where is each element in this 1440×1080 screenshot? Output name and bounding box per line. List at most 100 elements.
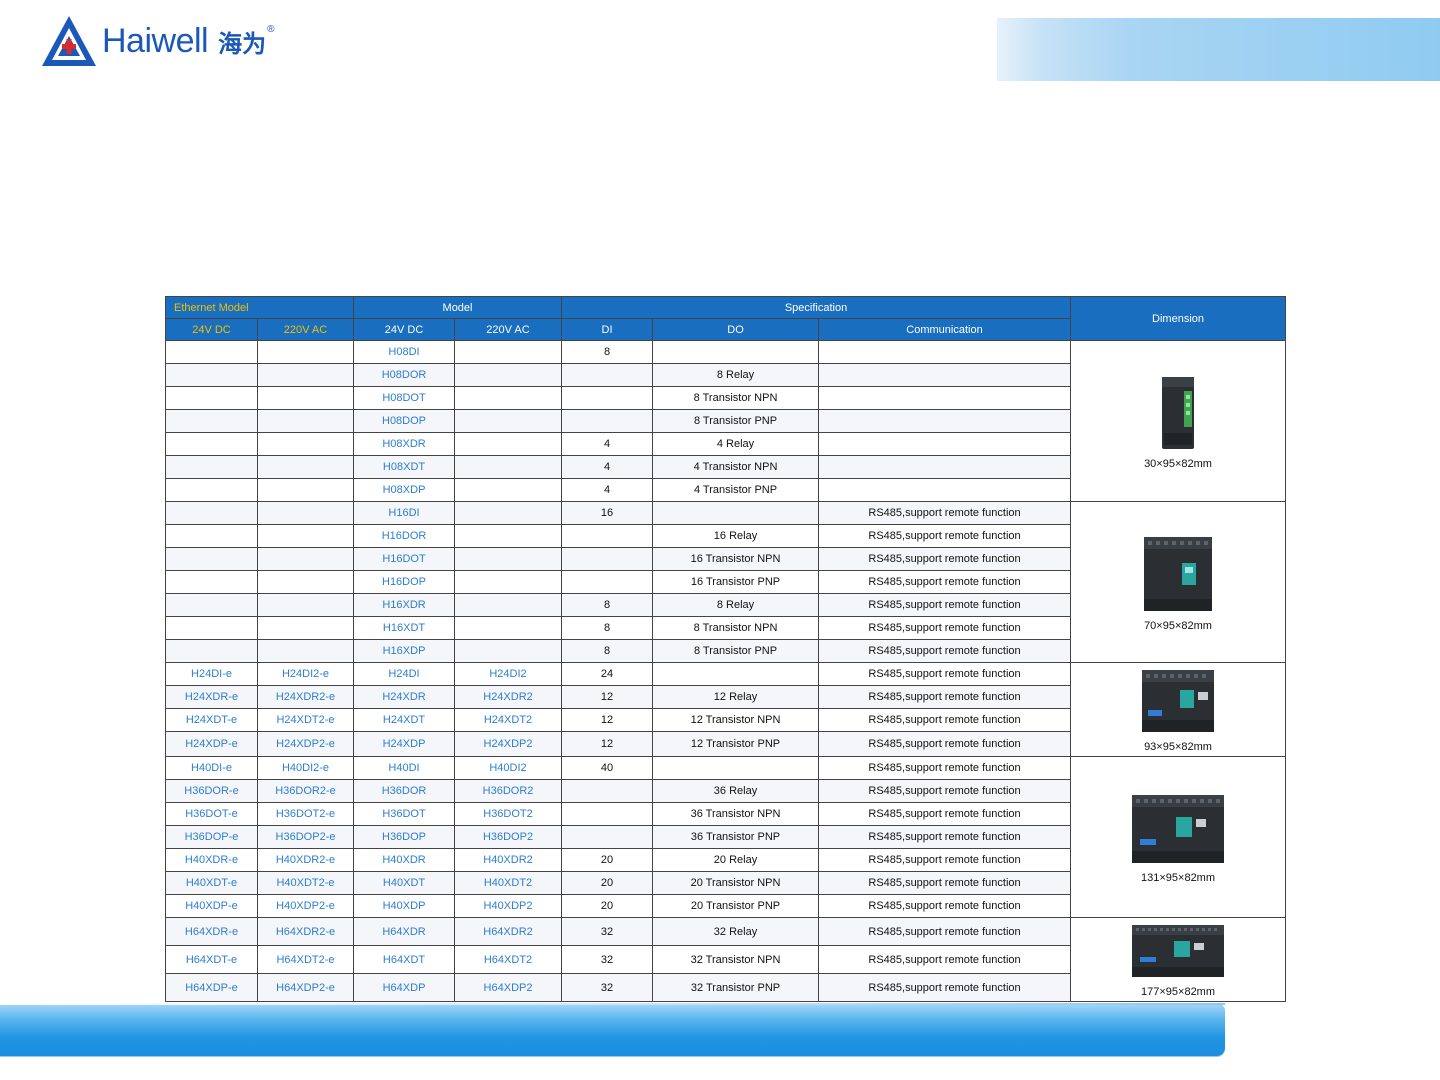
eth-220vac-cell	[256, 639, 355, 663]
eth-220vac-cell	[256, 616, 355, 640]
eth-220vac-cell: H24XDR2-e	[256, 685, 355, 709]
model-24vdc-cell: H36DOR	[353, 779, 456, 803]
model-24vdc-cell: H64XDR	[353, 917, 456, 946]
communication-cell: RS485,support remote function	[818, 825, 1072, 849]
communication-cell: RS485,support remote function	[818, 662, 1072, 686]
do-cell: 32 Relay	[652, 917, 820, 946]
communication-cell	[818, 455, 1072, 479]
do-cell: 12 Relay	[652, 685, 820, 709]
do-cell: 8 Relay	[652, 363, 820, 387]
eth-220vac-cell	[256, 501, 355, 525]
di-cell: 12	[561, 708, 654, 732]
table-row: H40DI-e H40DI2-e H40DI H40DI2 40 RS485,suppor…	[165, 756, 1287, 918]
header-eth-220vac: 220V AC	[256, 318, 355, 341]
eth-24vdc-cell	[165, 455, 258, 479]
dimension-cell: 93×95×82mm	[1070, 662, 1287, 757]
di-cell	[561, 570, 654, 594]
di-cell: 32	[561, 917, 654, 946]
module-24-point-image	[1138, 666, 1218, 739]
eth-220vac-cell: H24XDP2-e	[256, 731, 355, 757]
do-cell: 8 Transistor NPN	[652, 386, 820, 410]
do-cell	[652, 501, 820, 525]
model-220vac-cell	[454, 616, 563, 640]
eth-24vdc-cell	[165, 432, 258, 456]
table-row: H16DI 16 RS485,support remote function 70×9…	[165, 501, 1287, 663]
di-cell: 32	[561, 973, 654, 1002]
model-24vdc-cell: H08DOT	[353, 386, 456, 410]
eth-24vdc-cell: H40XDR-e	[165, 848, 258, 872]
eth-24vdc-cell: H64XDP-e	[165, 973, 258, 1002]
eth-220vac-cell: H40XDP2-e	[256, 894, 355, 918]
table-row: H08DI 8 30×95×82mm	[165, 340, 1287, 502]
model-220vac-cell: H24XDT2	[454, 708, 563, 732]
model-24vdc-cell: H36DOP	[353, 825, 456, 849]
di-cell: 40	[561, 756, 654, 780]
model-220vac-cell: H40DI2	[454, 756, 563, 780]
eth-24vdc-cell: H40DI-e	[165, 756, 258, 780]
module-8-point-image	[1150, 373, 1206, 456]
eth-24vdc-cell	[165, 340, 258, 364]
do-cell: 32 Transistor PNP	[652, 973, 820, 1002]
dimension-content: 93×95×82mm	[1072, 666, 1285, 753]
eth-220vac-cell	[256, 432, 355, 456]
eth-24vdc-cell	[165, 570, 258, 594]
eth-24vdc-cell: H36DOR-e	[165, 779, 258, 803]
communication-cell: RS485,support remote function	[818, 547, 1072, 571]
model-220vac-cell	[454, 386, 563, 410]
eth-220vac-cell: H64XDT2-e	[256, 945, 355, 974]
model-220vac-cell	[454, 340, 563, 364]
model-220vac-cell	[454, 524, 563, 548]
di-cell: 4	[561, 432, 654, 456]
eth-220vac-cell	[256, 524, 355, 548]
model-24vdc-cell: H08DOP	[353, 409, 456, 433]
di-cell	[561, 547, 654, 571]
dimension-label: 93×95×82mm	[1144, 741, 1212, 753]
communication-cell	[818, 478, 1072, 502]
eth-24vdc-cell: H24DI-e	[165, 662, 258, 686]
model-24vdc-cell: H40DI	[353, 756, 456, 780]
dimension-content: 177×95×82mm	[1072, 921, 1285, 998]
dimension-label: 131×95×82mm	[1141, 871, 1216, 884]
table-body: H08DI 8 30×95×82mm H08DOR 8 Relay H08DOT 8 Tra…	[165, 340, 1287, 1002]
model-24vdc-cell: H24DI	[353, 662, 456, 686]
dimension-label: 30×95×82mm	[1144, 457, 1212, 470]
eth-24vdc-cell	[165, 547, 258, 571]
model-220vac-cell: H36DOP2	[454, 825, 563, 849]
model-24vdc-cell: H08DI	[353, 340, 456, 364]
eth-220vac-cell	[256, 593, 355, 617]
eth-220vac-cell	[256, 409, 355, 433]
di-cell: 20	[561, 871, 654, 895]
di-cell: 4	[561, 455, 654, 479]
di-cell: 8	[561, 639, 654, 663]
di-cell	[561, 779, 654, 803]
communication-cell: RS485,support remote function	[818, 731, 1072, 757]
eth-220vac-cell	[256, 363, 355, 387]
eth-24vdc-cell: H64XDR-e	[165, 917, 258, 946]
do-cell: 8 Transistor NPN	[652, 616, 820, 640]
eth-220vac-cell	[256, 547, 355, 571]
dimension-content: 30×95×82mm	[1072, 373, 1285, 470]
header-dimension: Dimension	[1070, 296, 1287, 341]
do-cell	[652, 340, 820, 364]
model-24vdc-cell: H24XDT	[353, 708, 456, 732]
model-220vac-cell: H64XDR2	[454, 917, 563, 946]
communication-cell: RS485,support remote function	[818, 871, 1072, 895]
model-24vdc-cell: H16DOR	[353, 524, 456, 548]
module-40-point-image	[1128, 791, 1228, 870]
do-cell: 20 Transistor PNP	[652, 894, 820, 918]
brand-name-cn: 海为	[218, 29, 267, 58]
communication-cell	[818, 386, 1072, 410]
eth-24vdc-cell	[165, 593, 258, 617]
do-cell: 8 Transistor PNP	[652, 639, 820, 663]
model-24vdc-cell: H16DOP	[353, 570, 456, 594]
do-cell: 12 Transistor NPN	[652, 708, 820, 732]
eth-220vac-cell	[256, 455, 355, 479]
eth-220vac-cell: H24DI2-e	[256, 662, 355, 686]
module-64-point-image	[1128, 921, 1228, 984]
haiwell-logo-icon	[42, 16, 96, 66]
eth-24vdc-cell: H40XDP-e	[165, 894, 258, 918]
di-cell: 20	[561, 894, 654, 918]
eth-24vdc-cell	[165, 409, 258, 433]
communication-cell: RS485,support remote function	[818, 685, 1072, 709]
communication-cell: RS485,support remote function	[818, 616, 1072, 640]
